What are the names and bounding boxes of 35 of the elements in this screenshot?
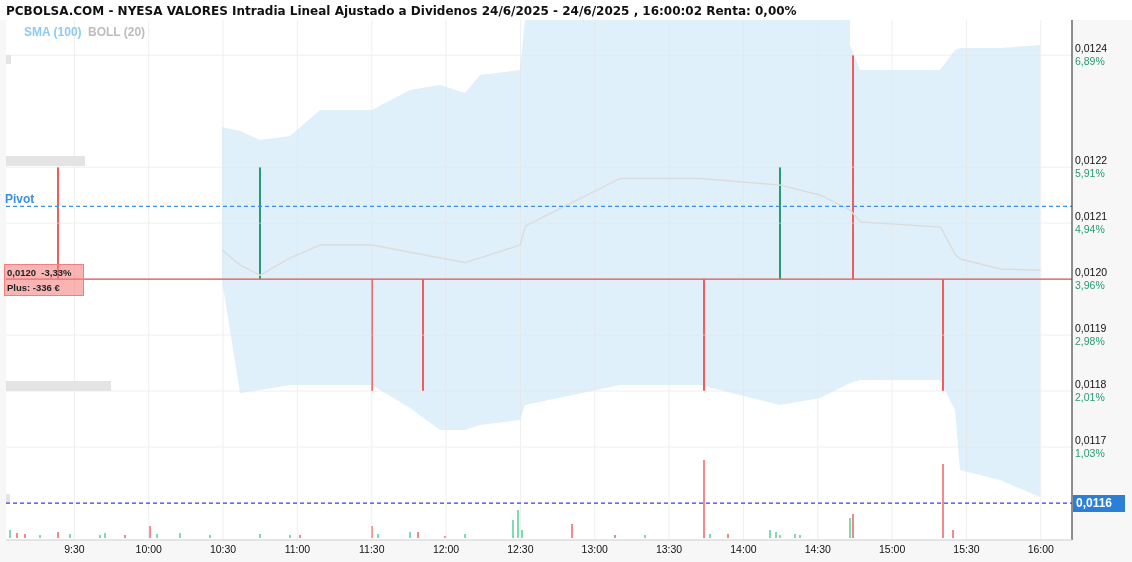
- profit-label: Plus: -336 €: [6, 281, 61, 296]
- percent-label: 6,89%: [1075, 55, 1105, 68]
- price-label: 0,0120 -3,33%: [6, 266, 73, 281]
- axis-label: 14:00: [730, 543, 757, 555]
- pivot-label: Pivot: [5, 192, 35, 207]
- axis-label: 15:30: [953, 543, 980, 555]
- axis-label: 9:30: [64, 543, 85, 555]
- axis-label: 12:30: [507, 543, 534, 555]
- percent-label: 2,01%: [1075, 391, 1105, 404]
- axis-label: 11:00: [284, 543, 311, 555]
- axis-label: 11:30: [359, 543, 385, 555]
- axis-label: 16:00: [1027, 543, 1054, 555]
- percent-label: 5,91%: [1075, 167, 1105, 180]
- last-price-badge: 0,0116: [1073, 495, 1125, 513]
- percent-label: 4,94%: [1075, 223, 1105, 236]
- axis-label: 13:30: [655, 543, 683, 555]
- axis-label: 0,0124: [1075, 42, 1108, 55]
- axis-label: 12:00: [432, 543, 460, 555]
- axis-label: 0,0121: [1075, 210, 1108, 223]
- legend-item[interactable]: BOLL (20): [88, 25, 146, 39]
- axis-label: 14:30: [804, 543, 831, 555]
- percent-label: 1,03%: [1075, 447, 1105, 460]
- axis-label: 0,0117: [1075, 434, 1107, 447]
- percent-label: 2,98%: [1075, 335, 1105, 348]
- axis-label: 0,0122: [1075, 154, 1108, 167]
- chart-title: PCBOLSA.COM - NYESA VALORES Intradia Lineal Ajustado a Dividenos 24/6/2025 - 24/6/2025 , 16:00:02 Renta: 0,00%: [0, 0, 1132, 20]
- percent-label: 3,96%: [1075, 279, 1105, 292]
- axis-label: 0,0119: [1075, 322, 1107, 335]
- axis-label: 10:00: [135, 543, 162, 555]
- axis-label: 0,0120: [1075, 266, 1108, 279]
- axis-label: 0,0118: [1075, 378, 1107, 391]
- axis-label: 15:00: [878, 543, 906, 555]
- legend-item[interactable]: SMA (100): [24, 25, 82, 39]
- axis-label: 13:00: [581, 543, 608, 555]
- axis-label: 10:30: [209, 543, 237, 555]
